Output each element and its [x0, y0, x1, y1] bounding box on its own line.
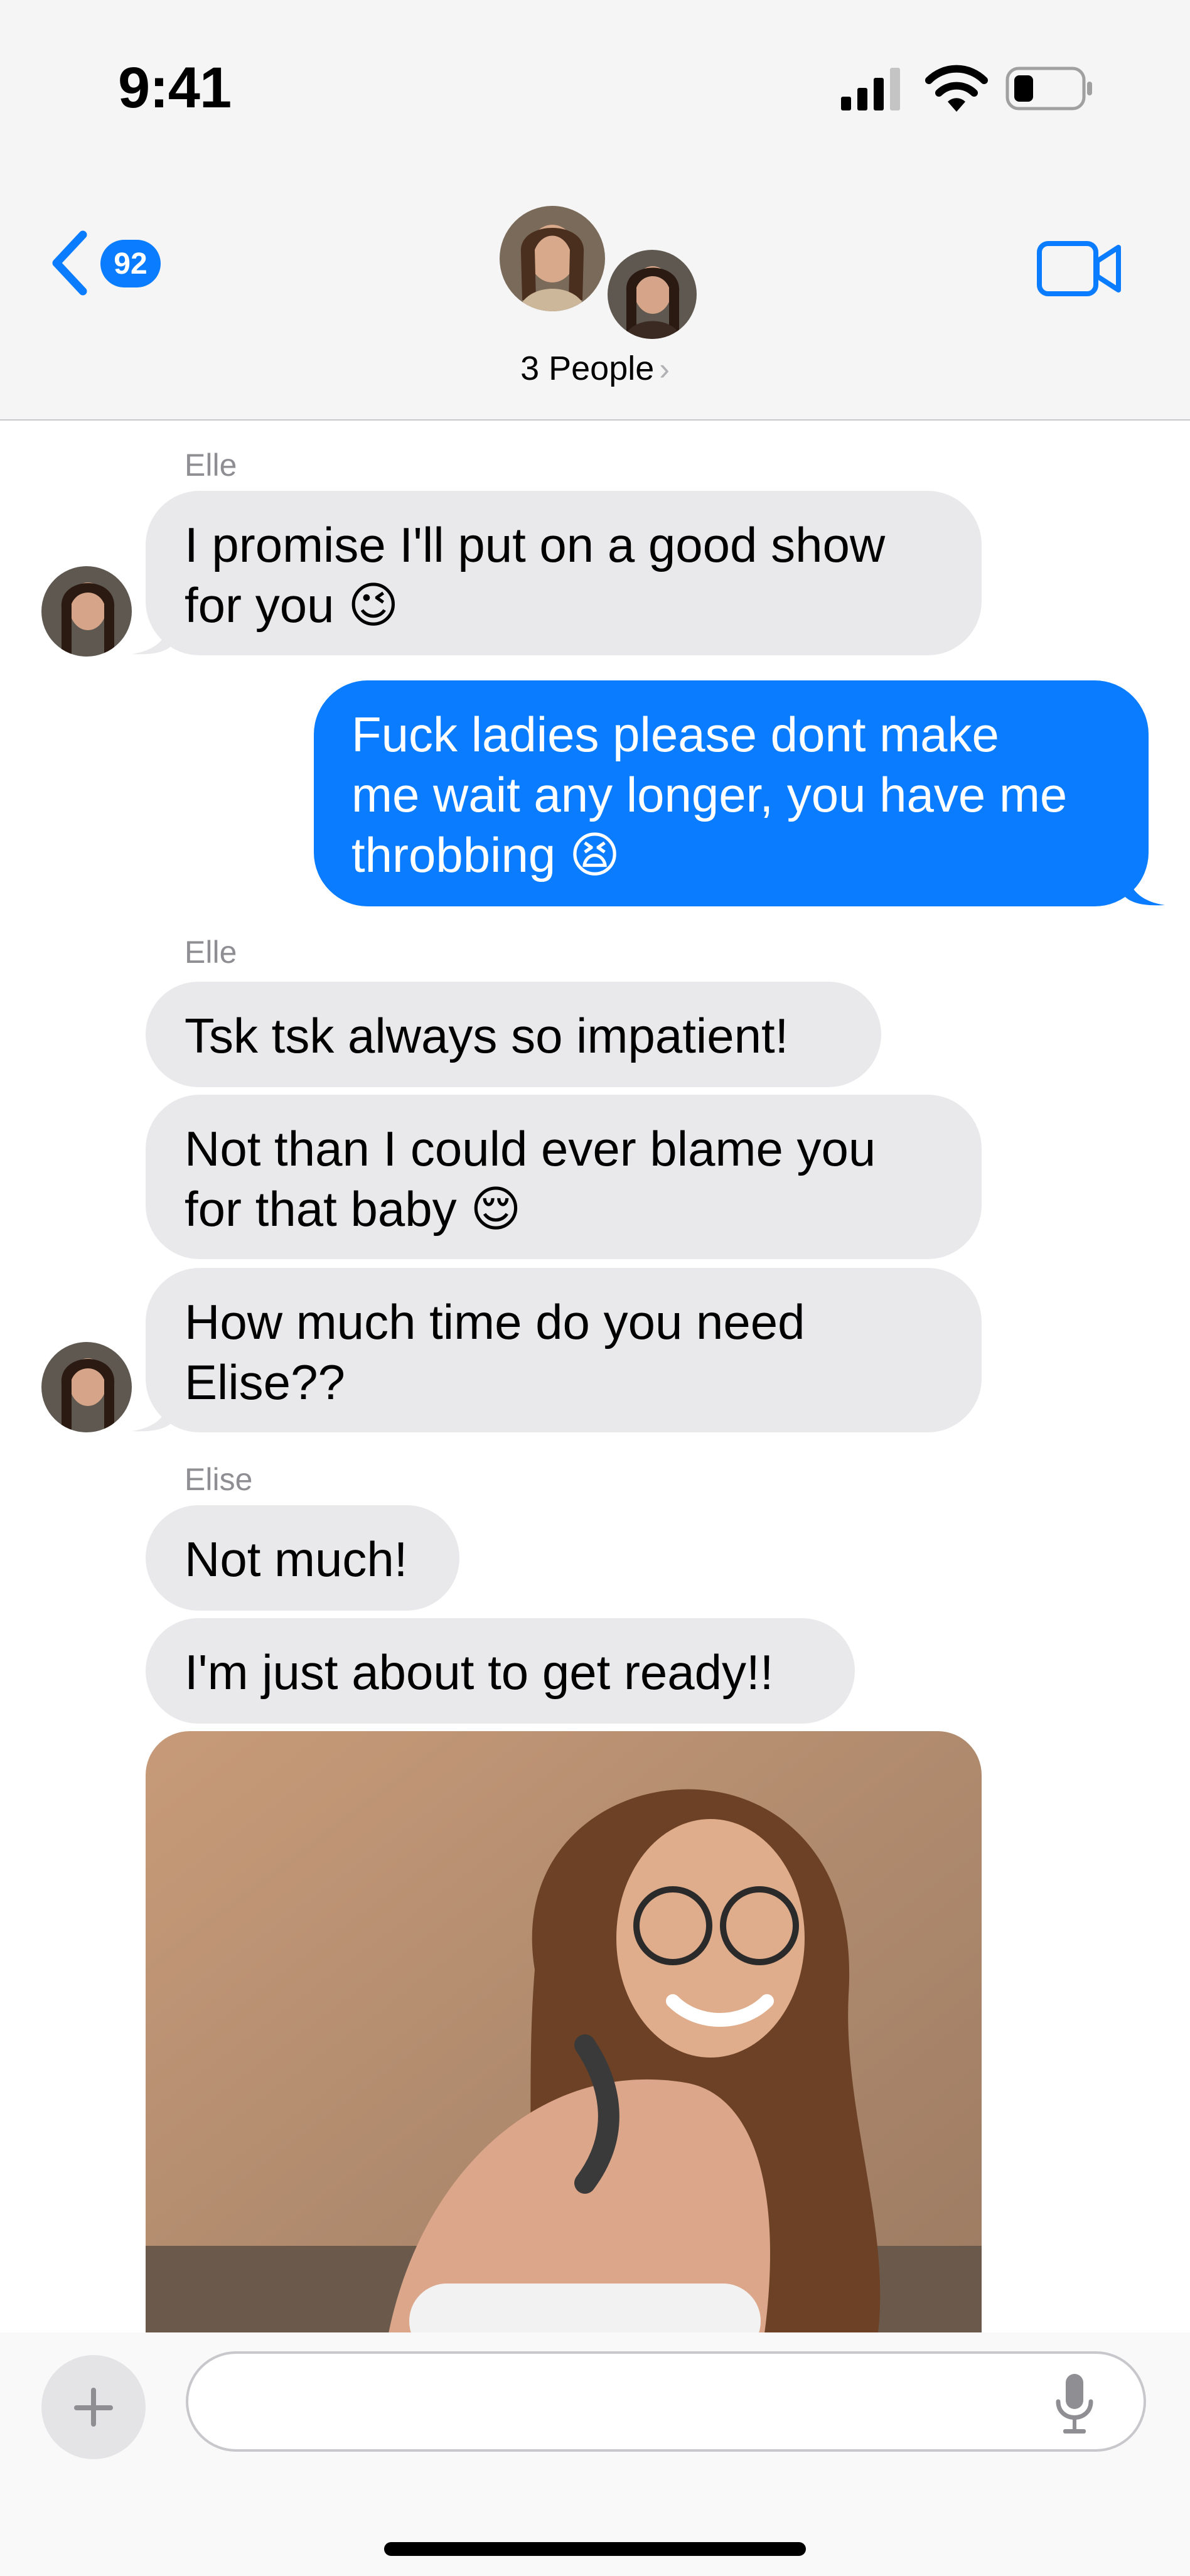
avatar[interactable] [41, 566, 132, 657]
message-bubble-incoming[interactable]: Not much! [146, 1505, 459, 1611]
sender-name: Elle [185, 935, 237, 970]
unread-count-badge: 92 [100, 240, 161, 287]
add-attachment-button[interactable] [41, 2355, 146, 2459]
conversation-header: 92 3 People › [0, 163, 1190, 421]
video-call-button[interactable] [1036, 237, 1123, 300]
avatar [500, 206, 605, 311]
status-time: 9:41 [118, 56, 232, 120]
message-input[interactable] [186, 2351, 1146, 2452]
sender-name: Elle [185, 448, 237, 483]
bubble-tail [132, 1396, 173, 1432]
home-indicator [384, 2542, 806, 2556]
group-avatars[interactable] [500, 206, 700, 344]
status-bar: 9:41 [0, 0, 1190, 163]
wifi-icon [925, 65, 988, 112]
battery-icon [1005, 67, 1092, 110]
message-bubble-incoming[interactable]: Tsk tsk always so impatient! [146, 982, 881, 1087]
avatar [605, 247, 699, 341]
sender-name: Elise [185, 1462, 253, 1497]
photo-attachment[interactable] [146, 1731, 982, 2332]
chevron-right-icon: › [659, 352, 670, 387]
avatar[interactable] [41, 1342, 132, 1432]
message-bubble-incoming[interactable]: How much time do you need Elise?? [146, 1268, 982, 1432]
cellular-signal-icon [841, 68, 900, 110]
video-camera-icon [1037, 241, 1121, 296]
microphone-icon[interactable] [1054, 2373, 1095, 2435]
group-name-link[interactable]: 3 People › [0, 349, 1190, 388]
compose-bar [0, 2332, 1190, 2576]
bubble-tail [132, 619, 173, 655]
group-name-label: 3 People [520, 350, 655, 387]
message-bubble-incoming[interactable]: I'm just about to get ready!! [146, 1618, 855, 1724]
bubble-tail [1123, 870, 1165, 906]
message-bubble-incoming[interactable]: I promise I'll put on a good show for yo… [146, 491, 982, 655]
message-bubble-outgoing[interactable]: Fuck ladies please dont make me wait any… [314, 680, 1149, 906]
chevron-left-icon [52, 230, 87, 296]
message-thread[interactable]: Elle I promise I'll put on a good show f… [0, 421, 1190, 2332]
back-button[interactable]: 92 [48, 226, 173, 301]
message-bubble-incoming[interactable]: Not than I could ever blame you for that… [146, 1095, 982, 1259]
